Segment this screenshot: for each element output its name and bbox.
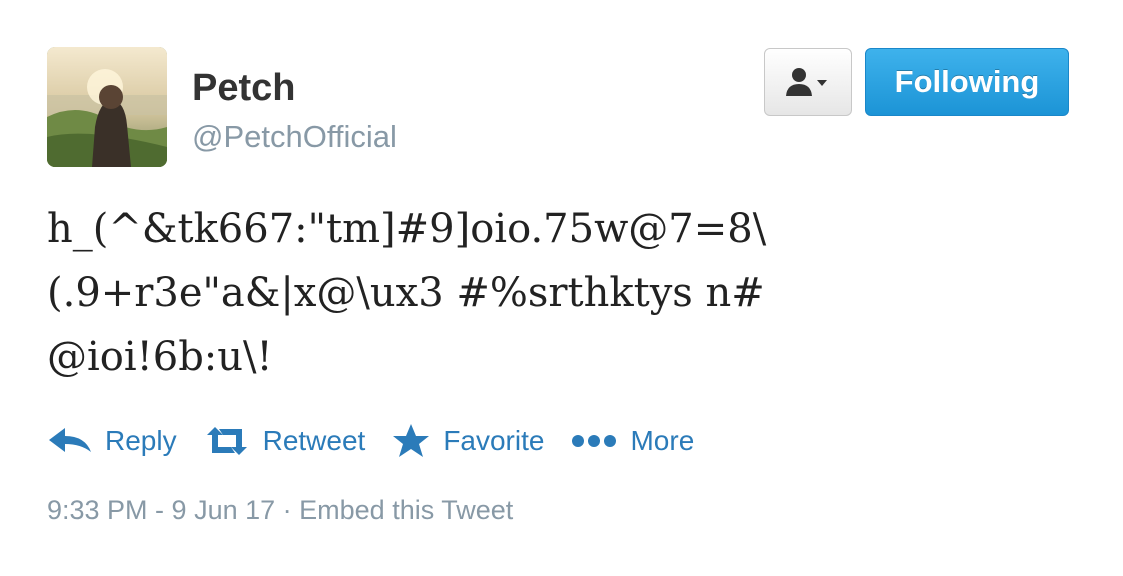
embed-tweet-link[interactable]: Embed this Tweet	[299, 495, 513, 525]
tweet-text-line: h_(^&tk667:"tm]#9]oio.75w@7=8\	[47, 206, 767, 252]
favorite-button[interactable]: Favorite	[391, 423, 544, 459]
more-dots-icon	[570, 431, 618, 451]
display-name[interactable]: Petch	[192, 66, 295, 110]
avatar[interactable]	[47, 47, 167, 167]
person-dropdown-icon	[786, 68, 827, 96]
star-icon	[391, 423, 431, 459]
retweet-button[interactable]: Retweet	[203, 425, 366, 457]
tweet-text-line: (.9+r3e"a&|x@\ux3 #%srthktys n#	[47, 270, 765, 316]
tweet-text: h_(^&tk667:"tm]#9]oio.75w@7=8\ (.9+r3e"a…	[47, 197, 1087, 389]
reply-icon	[47, 426, 93, 456]
tweet-meta: 9:33 PM - 9 Jun 17 · Embed this Tweet	[47, 492, 513, 528]
following-button[interactable]: Following	[865, 48, 1069, 116]
meta-separator: ·	[275, 495, 300, 525]
tweet-actions: Reply Retweet Favorite More	[47, 416, 720, 466]
reply-label: Reply	[105, 425, 177, 456]
more-label: More	[630, 425, 695, 456]
user-actions-dropdown[interactable]	[764, 48, 852, 116]
favorite-label: Favorite	[443, 425, 545, 456]
retweet-icon	[203, 425, 251, 457]
avatar-photo	[47, 47, 167, 167]
tweet-timestamp[interactable]: 9:33 PM - 9 Jun 17	[47, 495, 275, 525]
retweet-label: Retweet	[262, 425, 366, 456]
tweet-text-line: @ioi!6b:u\!	[47, 334, 273, 380]
more-button[interactable]: More	[570, 425, 694, 457]
reply-button[interactable]: Reply	[47, 425, 177, 457]
screen-name[interactable]: @PetchOfficial	[192, 118, 397, 156]
